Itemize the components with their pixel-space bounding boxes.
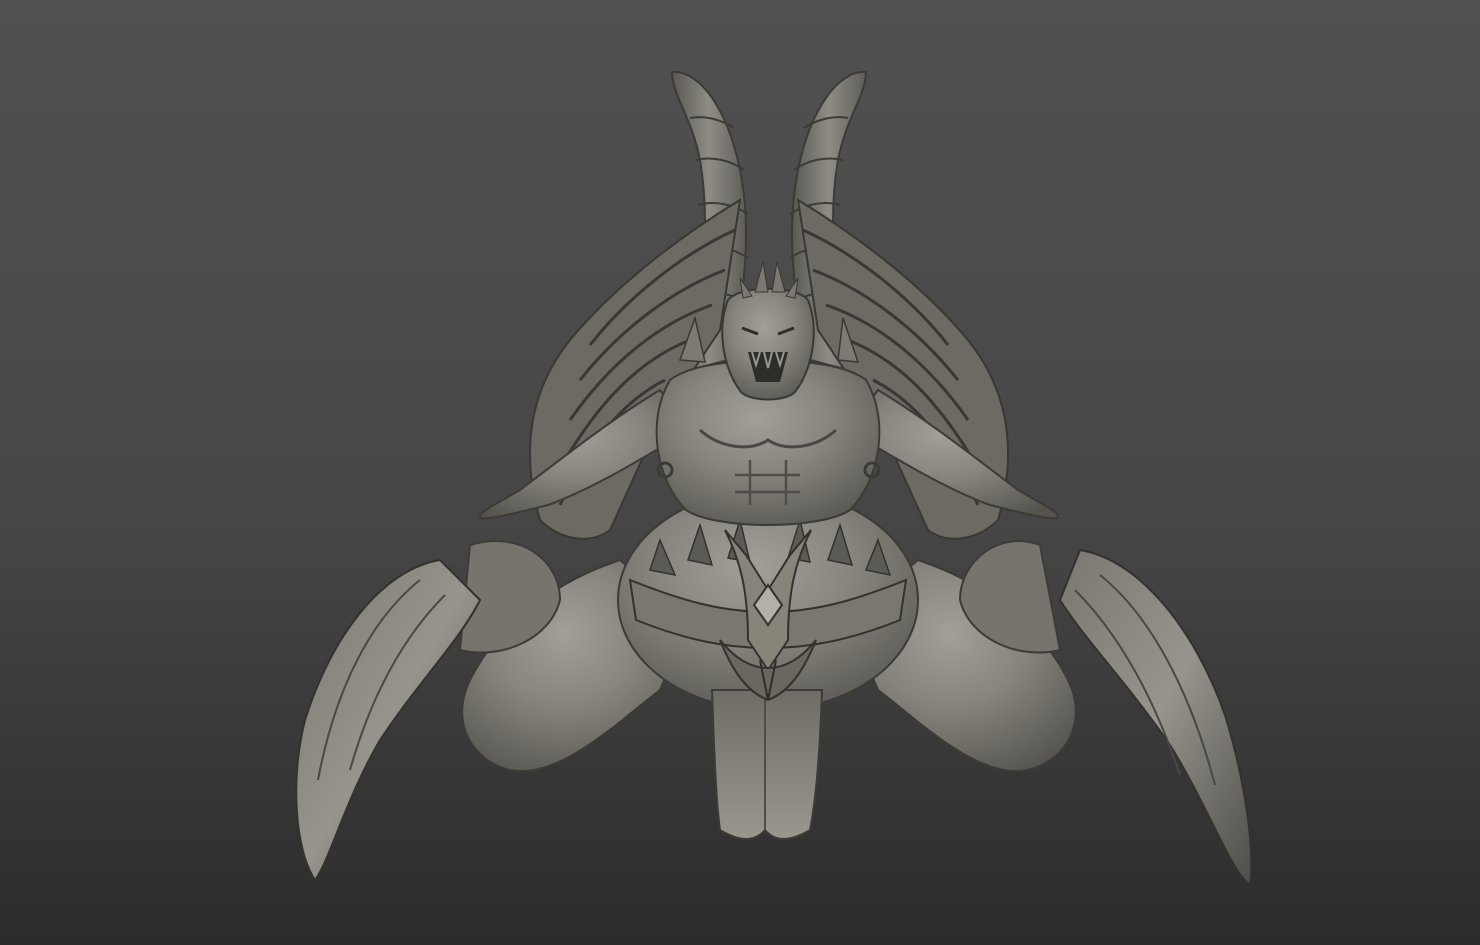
loincloth [710, 689, 824, 840]
sculpt-viewport [0, 0, 1480, 945]
demon-sculpt-render [0, 0, 1480, 945]
